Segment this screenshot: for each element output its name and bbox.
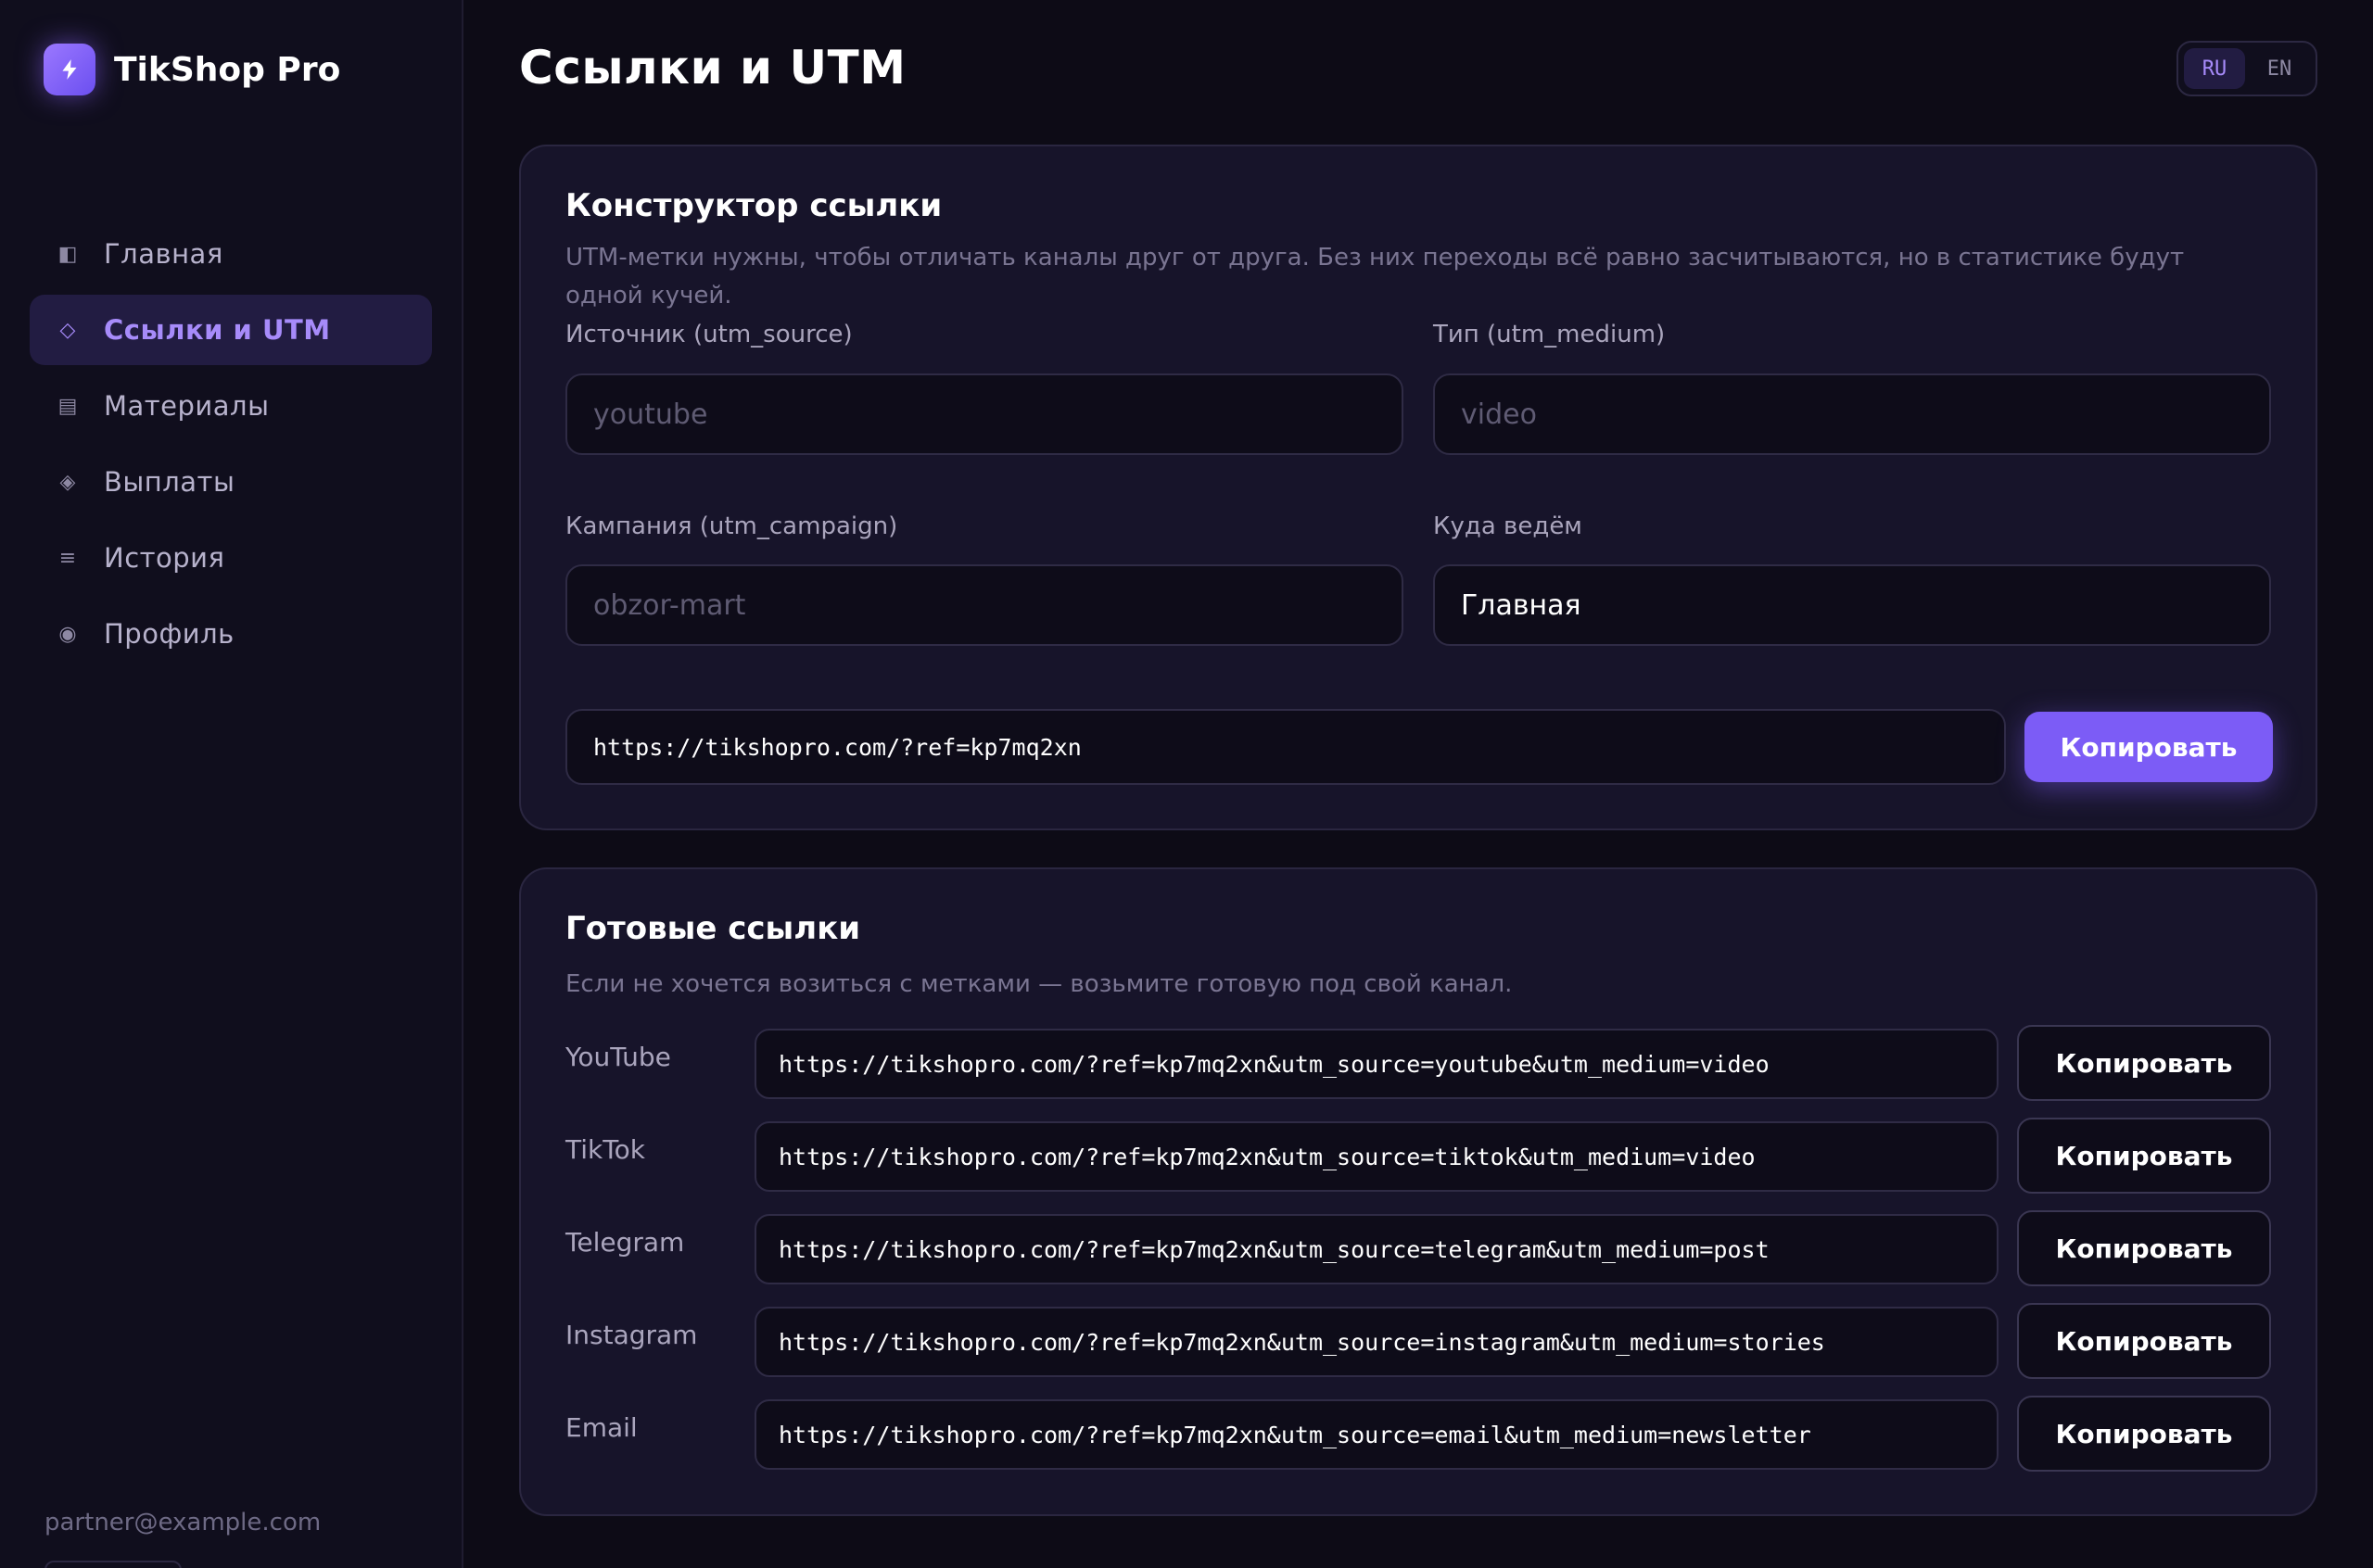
sidebar-item-links-utm[interactable]: ◇ Ссылки и UTM [30, 295, 432, 365]
link-builder-description-line2: одной кучей. [565, 282, 732, 310]
ready-link-field[interactable]: https://tikshopro.com/?ref=kp7mq2xn&utm_… [755, 1399, 1999, 1470]
ready-link-field[interactable]: https://tikshopro.com/?ref=kp7mq2xn&utm_… [755, 1214, 1999, 1284]
profile-icon: ◉ [58, 622, 77, 646]
lang-ru-button[interactable]: RU [2184, 48, 2245, 89]
ready-link-field[interactable]: https://tikshopro.com/?ref=kp7mq2xn&utm_… [755, 1029, 1999, 1099]
copy-email-link-button[interactable]: Копировать [2017, 1396, 2271, 1472]
sidebar: TikShop Pro ◧ Главная ◇ Ссылки и UTM ▤ М… [0, 0, 463, 1568]
brand-name: TikShop Pro [114, 50, 341, 89]
brand[interactable]: TikShop Pro [44, 44, 340, 95]
sidebar-item-label: История [104, 542, 225, 574]
copy-youtube-link-button[interactable]: Копировать [2017, 1025, 2271, 1101]
ready-link-row-youtube: YouTube https://tikshopro.com/?ref=kp7mq… [565, 1025, 2275, 1101]
generated-link-text: https://tikshopro.com/?ref=kp7mq2xn [593, 733, 1082, 761]
utm-source-input[interactable] [565, 373, 1403, 455]
channel-label: Instagram [565, 1320, 698, 1350]
ready-links-title: Готовые ссылки [565, 910, 861, 947]
link-builder-title: Конструктор ссылки [565, 187, 943, 224]
sidebar-item-home[interactable]: ◧ Главная [30, 219, 432, 289]
ready-link-field[interactable]: https://tikshopro.com/?ref=kp7mq2xn&utm_… [755, 1121, 1999, 1192]
user-email: partner@example.com [44, 1509, 322, 1536]
utm-source-label: Источник (utm_source) [565, 321, 853, 348]
ready-link-row-tiktok: TikTok https://tikshopro.com/?ref=kp7mq2… [565, 1118, 2275, 1194]
channel-label: YouTube [565, 1042, 671, 1072]
ready-link-field[interactable]: https://tikshopro.com/?ref=kp7mq2xn&utm_… [755, 1307, 1999, 1377]
sidebar-nav: ◧ Главная ◇ Ссылки и UTM ▤ Материалы ◈ В… [30, 219, 432, 675]
link-icon: ◇ [59, 318, 76, 342]
ready-link-row-instagram: Instagram https://tikshopro.com/?ref=kp7… [565, 1303, 2275, 1379]
generated-link-field[interactable]: https://tikshopro.com/?ref=kp7mq2xn [565, 709, 2006, 785]
materials-icon: ▤ [57, 394, 78, 418]
payouts-icon: ◈ [59, 470, 76, 494]
sidebar-item-label: Профиль [104, 618, 235, 650]
utm-campaign-input[interactable] [565, 564, 1403, 646]
target-page-select[interactable]: Главная [1433, 564, 2271, 646]
sidebar-item-profile[interactable]: ◉ Профиль [30, 599, 432, 669]
link-builder-description: UTM-метки нужны, чтобы отличать каналы д… [565, 239, 2290, 315]
copy-tiktok-link-button[interactable]: Копировать [2017, 1118, 2271, 1194]
home-icon: ◧ [57, 242, 78, 266]
ready-link-row-telegram: Telegram https://tikshopro.com/?ref=kp7m… [565, 1210, 2275, 1286]
sidebar-item-label: Материалы [104, 390, 270, 422]
target-page-selected: Главная [1461, 588, 1581, 622]
logout-button[interactable] [44, 1561, 182, 1568]
channel-label: TikTok [565, 1134, 645, 1165]
sidebar-item-history[interactable]: ≡ История [30, 523, 432, 593]
channel-label: Telegram [565, 1227, 685, 1258]
sidebar-item-label: Выплаты [104, 466, 235, 498]
copy-instagram-link-button[interactable]: Копировать [2017, 1303, 2271, 1379]
sidebar-item-label: Главная [104, 238, 223, 270]
channel-label: Email [565, 1412, 638, 1443]
sidebar-item-materials[interactable]: ▤ Материалы [30, 371, 432, 441]
lightning-icon [44, 44, 95, 95]
utm-campaign-label: Кампания (utm_campaign) [565, 512, 898, 540]
page-title: Ссылки и UTM [519, 41, 907, 95]
ready-links-description: Если не хочется возиться с метками — воз… [565, 970, 1513, 998]
copy-telegram-link-button[interactable]: Копировать [2017, 1210, 2271, 1286]
sidebar-item-payouts[interactable]: ◈ Выплаты [30, 447, 432, 517]
history-icon: ≡ [58, 546, 77, 570]
target-page-label: Куда ведём [1433, 512, 1582, 540]
copy-generated-link-button[interactable]: Копировать [2024, 712, 2273, 782]
sidebar-item-label: Ссылки и UTM [104, 314, 331, 346]
utm-medium-label: Тип (utm_medium) [1433, 321, 1666, 348]
ready-links-card: Готовые ссылки Если не хочется возиться … [519, 867, 2317, 1516]
language-switch: RU EN [2176, 41, 2317, 96]
lang-en-button[interactable]: EN [2249, 48, 2310, 89]
link-builder-description-line1: UTM-метки нужны, чтобы отличать каналы д… [565, 244, 2185, 272]
ready-link-row-email: Email https://tikshopro.com/?ref=kp7mq2x… [565, 1396, 2275, 1472]
link-builder-card: Конструктор ссылки UTM-метки нужны, чтоб… [519, 145, 2317, 830]
utm-medium-input[interactable] [1433, 373, 2271, 455]
